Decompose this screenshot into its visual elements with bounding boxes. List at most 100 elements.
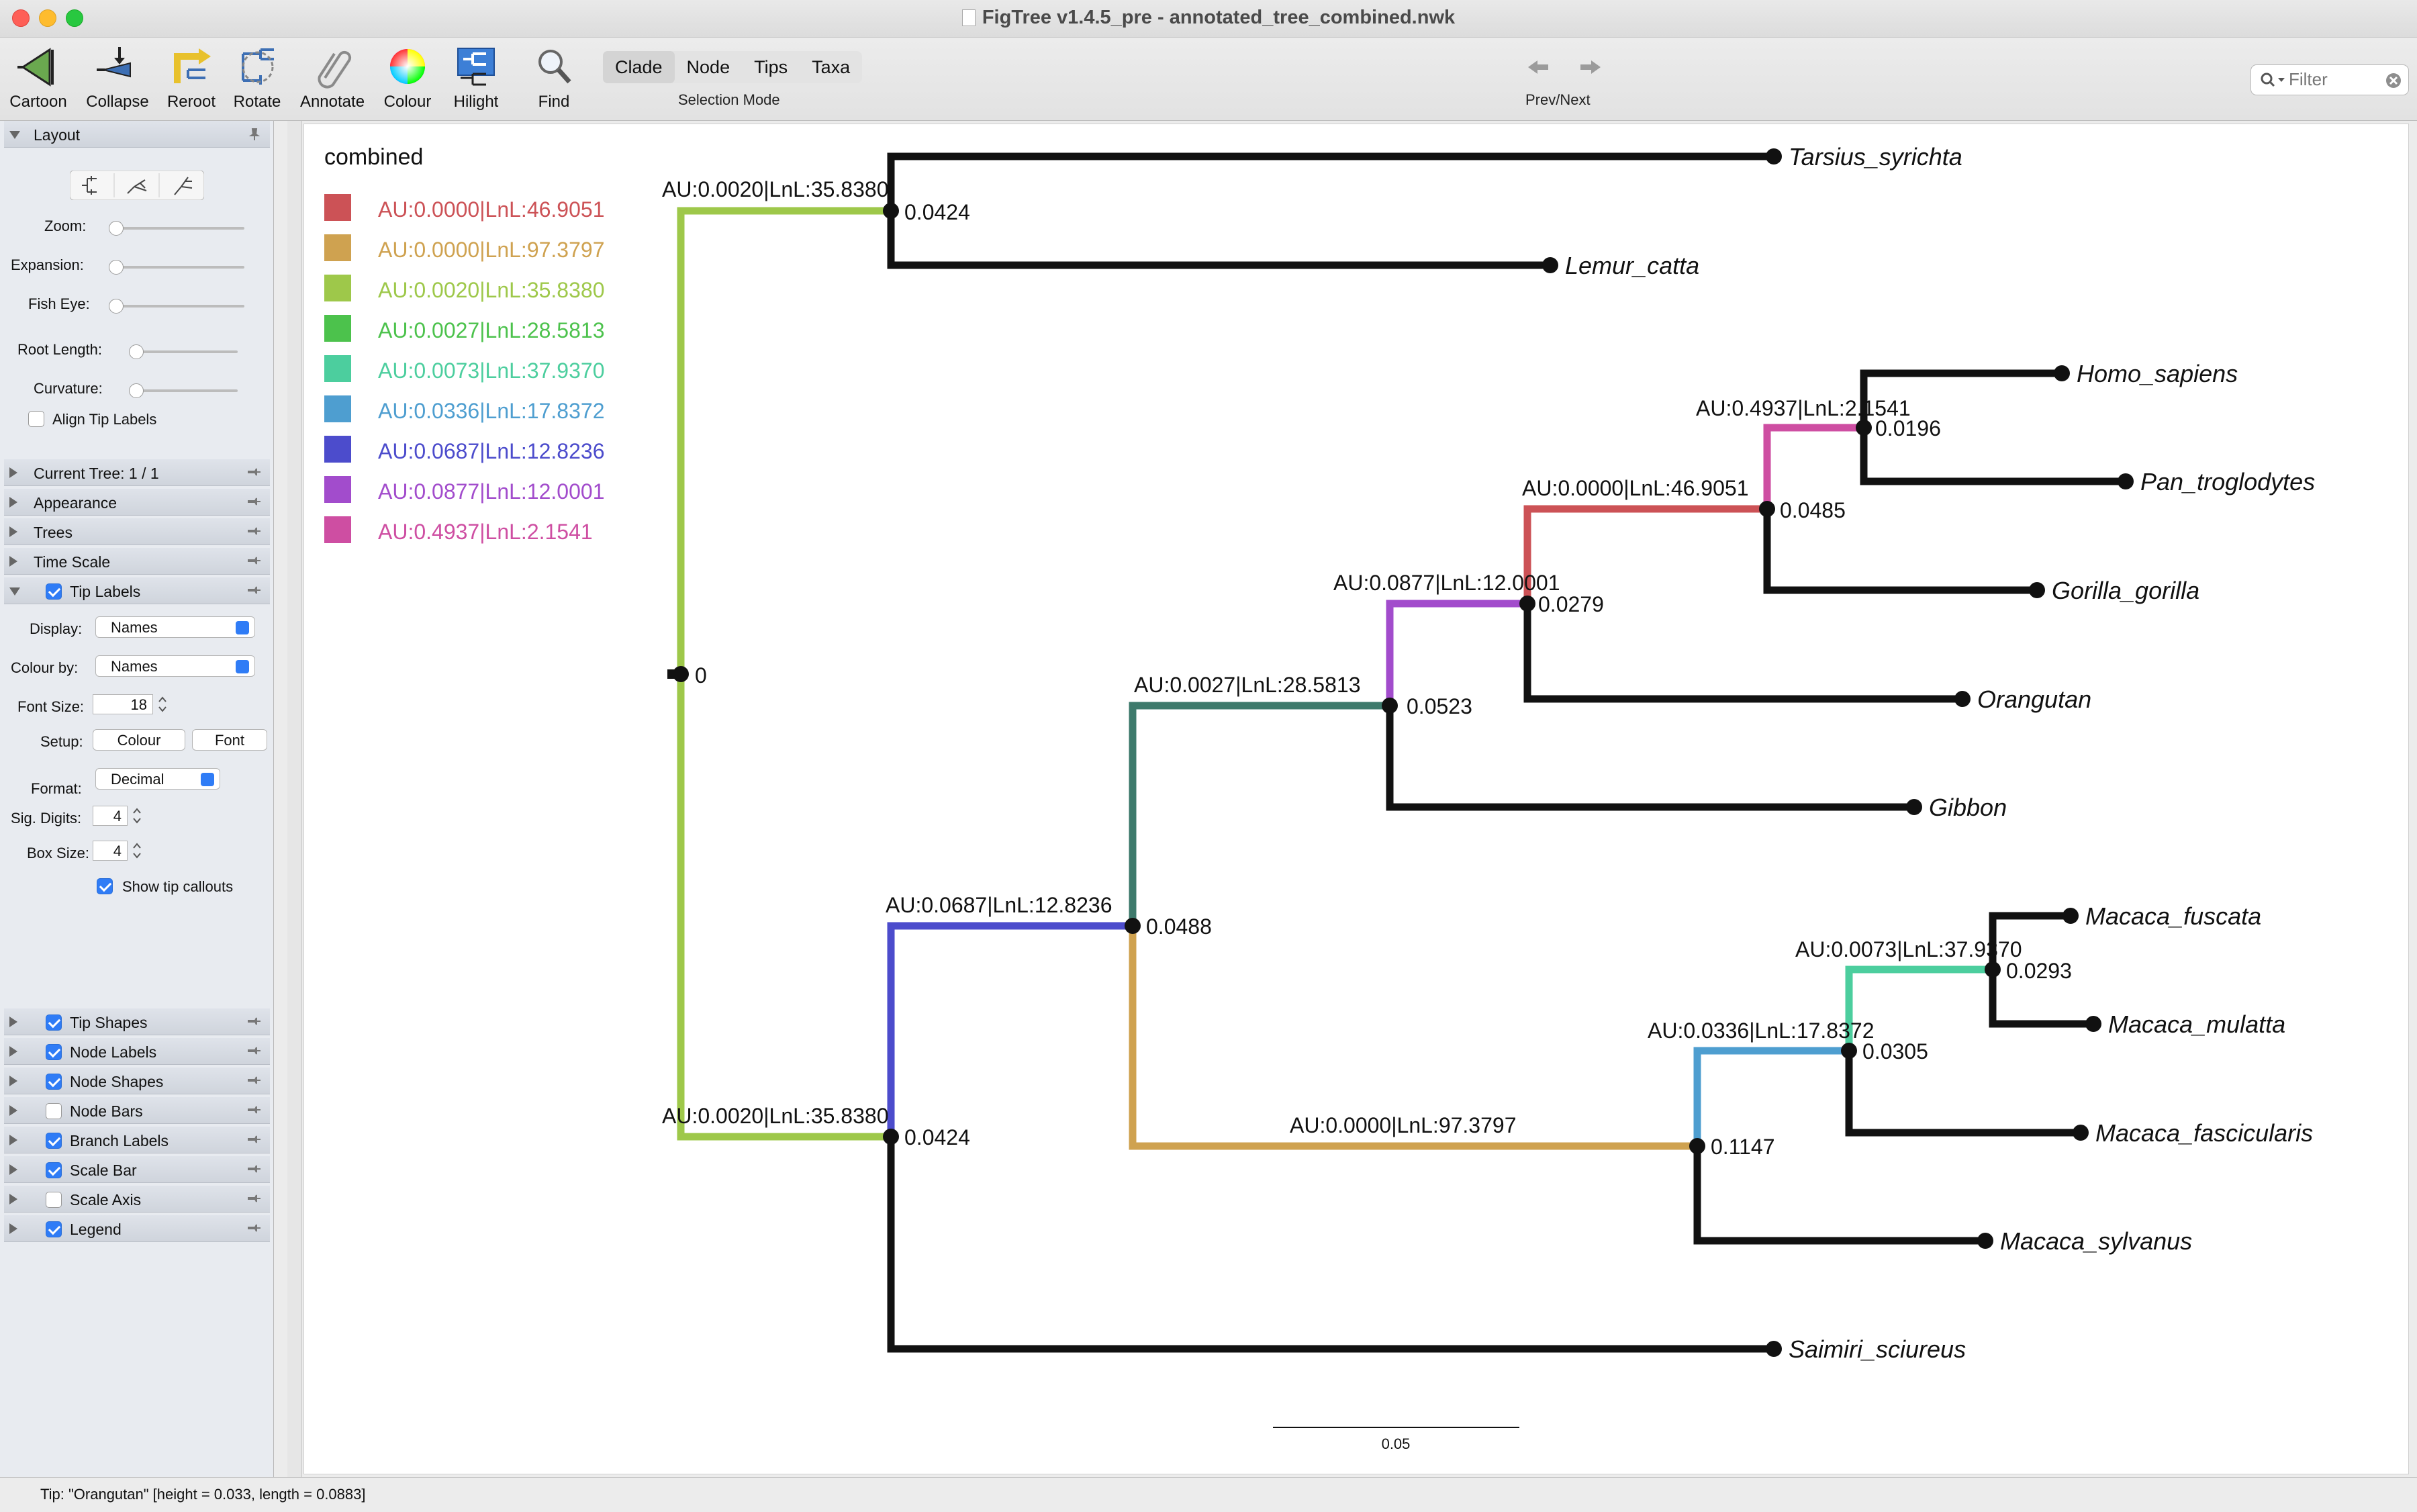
pin-icon[interactable] [247,1192,262,1206]
pin-icon[interactable] [247,466,262,479]
prev-arrow-icon[interactable] [1519,54,1562,81]
tip-node[interactable] [1542,257,1558,273]
section-layout[interactable]: Layout [4,121,270,148]
filter-input[interactable] [2289,69,2369,90]
section-checkbox[interactable] [46,1133,62,1149]
section-tip-labels[interactable]: Tip Labels [4,577,270,604]
show-tip-callouts-checkbox[interactable] [97,878,113,894]
branch-lemur[interactable] [887,207,1554,269]
tip-node[interactable] [1954,691,1971,707]
mode-tips[interactable]: Tips [742,51,800,83]
branch-orangutan[interactable] [1523,600,1966,703]
fisheye-slider-knob[interactable] [109,299,124,314]
pin-icon[interactable] [247,584,262,598]
format-select[interactable]: Decimal [95,768,220,790]
sig-digits-stepper[interactable] [132,806,142,826]
branch-root-lower[interactable] [677,670,895,1141]
section-scale-axis[interactable]: Scale Axis [4,1186,270,1213]
split-pane-divider[interactable] [287,121,302,1477]
internal-node[interactable] [1985,961,2001,978]
sig-digits-input[interactable]: 4 [93,806,128,826]
tip-node[interactable] [2085,1016,2101,1032]
tip-node[interactable] [2063,908,2079,924]
reroot-button[interactable]: Reroot [154,43,228,111]
tip-node[interactable] [2054,365,2070,381]
box-size-input[interactable]: 4 [93,841,128,861]
pin-icon[interactable] [247,128,262,141]
internal-node[interactable] [1125,918,1141,934]
pin-icon[interactable] [247,495,262,509]
branch-tarsius[interactable] [887,152,1778,215]
branch-root-upper[interactable] [677,207,895,678]
branch-saimiri[interactable] [887,1133,1778,1353]
pin-icon[interactable] [247,1133,262,1147]
internal-node[interactable] [1759,501,1775,517]
internal-node[interactable] [1382,698,1398,714]
colour-by-select[interactable]: Names [95,655,255,677]
tip-node[interactable] [2118,473,2134,489]
branch-hominoid[interactable] [1129,702,1394,930]
section-trees[interactable]: Trees [4,518,270,545]
next-arrow-icon[interactable] [1566,54,1609,81]
hilight-button[interactable]: Hilight [439,43,513,111]
internal-node[interactable] [883,203,899,219]
cartoon-button[interactable]: Cartoon [1,43,75,111]
fisheye-slider[interactable] [109,299,244,314]
section-legend[interactable]: Legend [4,1215,270,1242]
expansion-slider[interactable] [109,260,244,275]
setup-colour-button[interactable]: Colour [93,729,185,751]
mode-taxa[interactable]: Taxa [800,51,862,83]
find-button[interactable]: Find [517,43,591,111]
rotate-button[interactable]: Rotate [220,43,294,111]
branch-macaca-asian[interactable] [1693,1047,1853,1150]
tip-node[interactable] [1906,799,1922,815]
zoom-slider[interactable] [109,221,244,236]
font-size-input[interactable]: 18 [93,694,153,714]
internal-node[interactable] [1841,1043,1857,1059]
root-length-slider[interactable] [129,344,238,359]
section-branch-labels[interactable]: Branch Labels [4,1127,270,1153]
mode-node[interactable]: Node [675,51,743,83]
section-node-shapes[interactable]: Node Shapes [4,1068,270,1094]
branch-great-apes[interactable] [1386,600,1531,710]
expansion-slider-knob[interactable] [109,260,124,275]
section-current-tree[interactable]: Current Tree: 1 / 1 [4,459,270,486]
section-scale-bar[interactable]: Scale Bar [4,1156,270,1183]
setup-font-button[interactable]: Font [192,729,267,751]
pin-icon[interactable] [247,1222,262,1235]
branch-anthropoid[interactable] [887,922,1137,1141]
curvature-slider-knob[interactable] [129,383,144,398]
collapse-button[interactable]: Collapse [81,43,154,111]
pin-icon[interactable] [247,1104,262,1117]
filter-field[interactable] [2250,64,2409,95]
colour-button[interactable]: Colour [371,43,444,111]
branch-homo-pan[interactable] [1763,424,1868,513]
pin-icon[interactable] [247,525,262,538]
branch-african-apes[interactable] [1523,505,1771,608]
root-length-slider-knob[interactable] [129,344,144,359]
pin-icon[interactable] [247,555,262,568]
annotate-button[interactable]: Annotate [295,43,369,111]
section-checkbox[interactable] [46,1162,62,1178]
internal-node[interactable] [883,1129,899,1145]
tree-canvas[interactable]: combined AU:0.0000|LnL:46.9051 AU:0.0000|… [303,124,2409,1474]
pin-icon[interactable] [247,1045,262,1058]
branch-sylvanus[interactable] [1693,1142,1989,1245]
section-checkbox[interactable] [46,1221,62,1237]
pin-icon[interactable] [247,1015,262,1029]
display-select[interactable]: Names [95,616,255,638]
section-checkbox[interactable] [46,1103,62,1119]
section-tip-shapes[interactable]: Tip Shapes [4,1008,270,1035]
tip-node[interactable] [1977,1233,1993,1249]
mode-clade[interactable]: Clade [603,51,675,83]
tip-node[interactable] [2073,1125,2089,1141]
section-appearance[interactable]: Appearance [4,489,270,516]
internal-node[interactable] [1856,420,1872,436]
pin-icon[interactable] [247,1074,262,1088]
internal-node[interactable] [1519,596,1535,612]
pin-icon[interactable] [247,1163,262,1176]
section-checkbox[interactable] [46,1014,62,1031]
box-size-stepper[interactable] [132,841,142,861]
curvature-slider[interactable] [129,383,238,398]
clear-filter-icon[interactable] [2385,73,2402,89]
